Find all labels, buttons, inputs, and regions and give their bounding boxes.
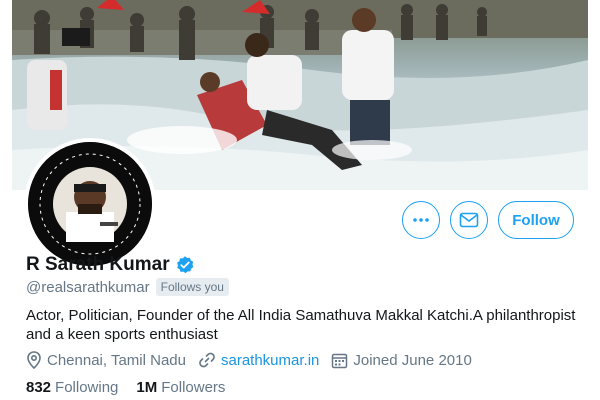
followers-count: 1M bbox=[136, 379, 158, 396]
website-item[interactable]: sarathkumar.in bbox=[198, 351, 319, 369]
avatar-image bbox=[28, 142, 152, 266]
followers-stat[interactable]: 1M Followers bbox=[136, 379, 225, 396]
following-stat[interactable]: 832 Following bbox=[26, 379, 118, 396]
profile-avatar[interactable] bbox=[24, 138, 156, 270]
profile-meta: Chennai, Tamil Nadu sarathkumar.in Joine… bbox=[26, 351, 484, 369]
location-pin-icon bbox=[27, 351, 41, 369]
joined-item: Joined June 2010 bbox=[331, 351, 472, 369]
profile-name: R Sarath Kumar bbox=[26, 254, 170, 275]
avatar-logo-picture bbox=[28, 142, 152, 266]
calendar-icon bbox=[332, 353, 348, 368]
location-text: Chennai, Tamil Nadu bbox=[47, 351, 186, 369]
follows-you-badge: Follows you bbox=[155, 278, 229, 296]
more-button[interactable] bbox=[402, 201, 440, 239]
following-label: Following bbox=[55, 379, 119, 396]
joined-text: Joined June 2010 bbox=[353, 351, 472, 369]
location-item: Chennai, Tamil Nadu bbox=[26, 351, 186, 369]
follow-button[interactable]: Follow bbox=[498, 201, 574, 239]
profile-stats: 832 Following 1M Followers bbox=[26, 379, 243, 396]
website-link[interactable]: sarathkumar.in bbox=[221, 352, 319, 369]
profile-name-row: R Sarath Kumar bbox=[26, 254, 195, 276]
more-horizontal-icon bbox=[413, 218, 429, 222]
envelope-icon bbox=[459, 212, 479, 228]
profile-handle: @realsarathkumar bbox=[26, 278, 150, 296]
handle-row: @realsarathkumar Follows you bbox=[26, 278, 229, 296]
verified-badge-icon bbox=[176, 256, 193, 274]
profile-bio: Actor, Politician, Founder of the All In… bbox=[26, 307, 576, 343]
following-count: 832 bbox=[26, 379, 52, 396]
link-icon bbox=[199, 352, 215, 368]
followers-label: Followers bbox=[161, 379, 226, 396]
message-button[interactable] bbox=[450, 201, 488, 239]
